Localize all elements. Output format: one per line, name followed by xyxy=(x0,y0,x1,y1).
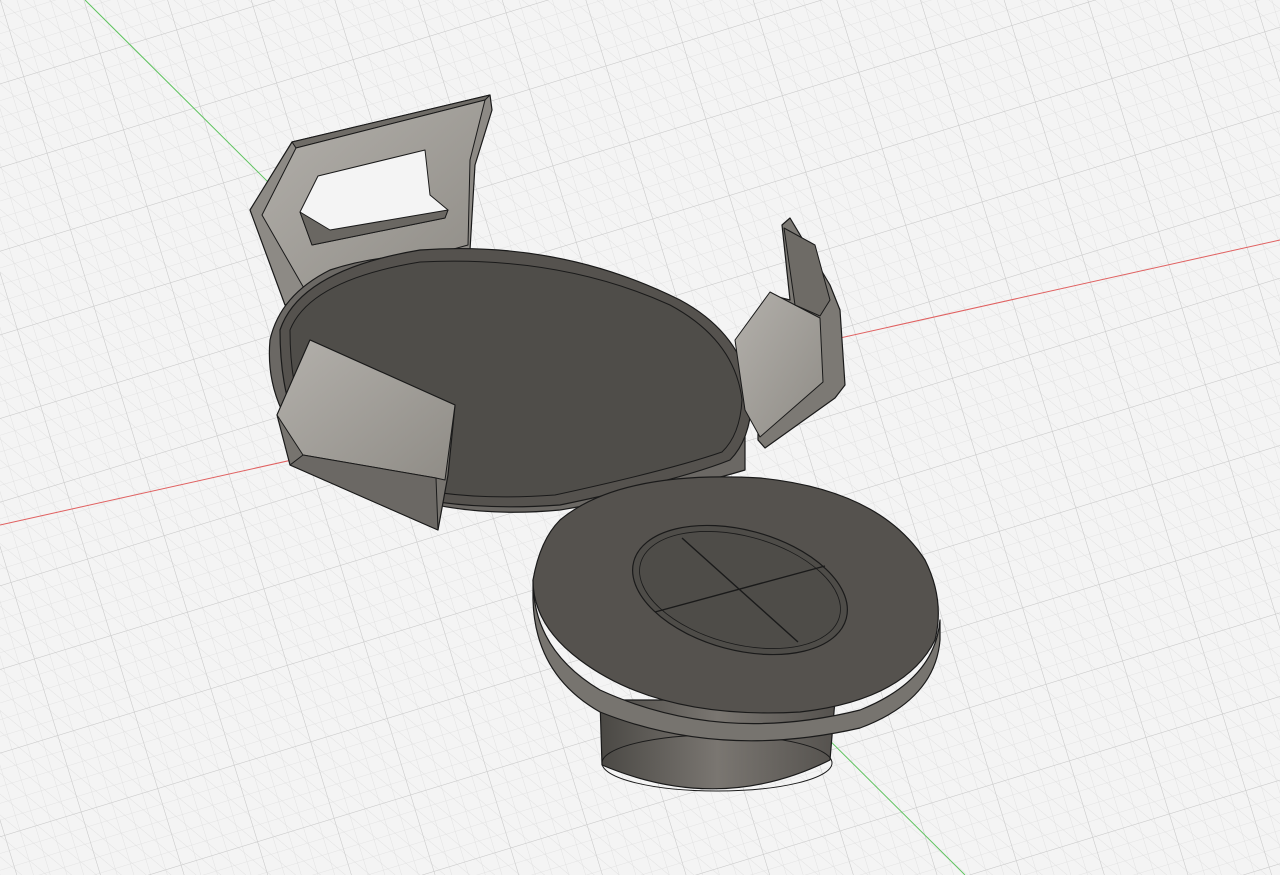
small-disc[interactable] xyxy=(532,476,941,742)
modeling-viewport[interactable] xyxy=(0,0,1280,875)
